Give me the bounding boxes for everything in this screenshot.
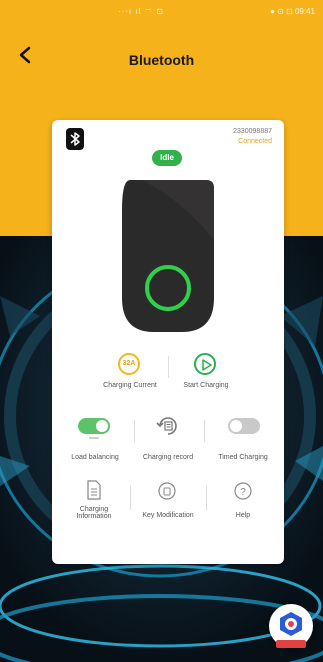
charging-information-label: Charging Information (76, 506, 112, 520)
charging-information-button[interactable] (86, 480, 102, 500)
charger-image (122, 180, 214, 332)
status-bar: ··‧ı ıl ⌔ ⊡ ● ⊙ ⊡ 09:41 (0, 0, 323, 24)
key-modification-button[interactable] (158, 482, 176, 500)
help-button[interactable]: ? (234, 482, 252, 500)
divider (204, 420, 205, 442)
start-charging-label: Start Charging (183, 382, 229, 389)
key-lock-icon (158, 482, 176, 500)
timed-charging-toggle[interactable] (228, 418, 260, 434)
divider (134, 420, 135, 442)
logo-label (276, 640, 306, 648)
toggle-indicator (89, 437, 99, 439)
load-balancing-label: Load balancing (71, 454, 119, 461)
charging-current-button[interactable]: 32A (118, 353, 140, 375)
status-left: ··‧ı ıl ⌔ ⊡ (118, 7, 164, 16)
play-icon (202, 359, 212, 371)
page-title: Bluetooth (128, 52, 195, 68)
charging-record-button[interactable] (156, 414, 180, 438)
load-balancing-toggle[interactable] (78, 418, 110, 434)
app-logo-badge[interactable] (269, 604, 313, 648)
divider (168, 356, 169, 378)
refresh-record-icon (156, 417, 177, 435)
device-id: 2330098887 (233, 128, 272, 135)
charging-record-label: Charging record (142, 454, 194, 461)
bluetooth-icon (66, 128, 84, 150)
key-modification-label: Key Modification (142, 512, 194, 519)
connection-status: Connected (238, 138, 272, 145)
hexagon-logo-icon (280, 612, 302, 636)
divider (206, 486, 207, 510)
svg-text:?: ? (240, 487, 246, 498)
help-label: Help (235, 512, 251, 519)
document-icon (87, 480, 101, 500)
divider (130, 486, 131, 510)
status-badge: Idle (152, 150, 182, 166)
timed-charging-label: Timed Charging (218, 454, 268, 461)
help-icon: ? (234, 482, 252, 500)
start-charging-button[interactable] (194, 353, 216, 375)
status-right: ● ⊙ ⊡ 09:41 (270, 7, 315, 16)
header: Bluetooth (0, 40, 323, 80)
charging-current-label: Charging Current (103, 382, 157, 389)
device-card: 2330098887 Connected Idle 32A Charging C… (52, 120, 284, 564)
